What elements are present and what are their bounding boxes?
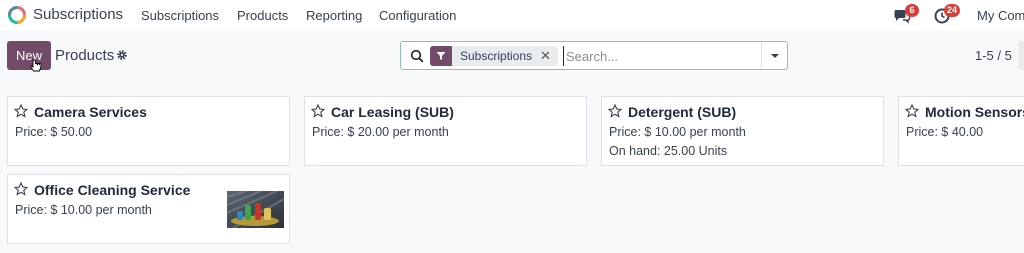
- filter-icon: [430, 46, 452, 66]
- search-input[interactable]: [563, 46, 759, 66]
- star-icon[interactable]: [311, 104, 325, 118]
- search-options-toggle[interactable]: [761, 42, 787, 69]
- product-card[interactable]: Office Cleaning Service Price: $ 10.00 p…: [7, 174, 290, 244]
- product-name: Car Leasing (SUB): [331, 104, 454, 120]
- star-icon[interactable]: [905, 104, 919, 118]
- menu-subscriptions[interactable]: Subscriptions: [141, 8, 219, 23]
- pager-next-button[interactable]: [1018, 41, 1024, 70]
- product-name: Detergent (SUB): [628, 104, 737, 120]
- menu-reporting[interactable]: Reporting: [306, 8, 362, 23]
- product-image: [227, 191, 284, 228]
- star-icon[interactable]: [14, 182, 28, 196]
- product-price: Price: $ 40.00: [906, 125, 984, 139]
- product-name: Office Cleaning Service: [34, 182, 191, 198]
- product-price: Price: $ 10.00 per month: [15, 203, 152, 217]
- odoo-logo-icon[interactable]: [7, 5, 27, 25]
- messages-badge: 6: [905, 4, 919, 17]
- product-card[interactable]: Detergent (SUB) Price: $ 10.00 per month…: [601, 96, 884, 166]
- search-bar: Subscriptions ✕: [400, 41, 788, 70]
- product-price: Price: $ 50.00: [15, 125, 93, 139]
- hand-cursor-icon: [30, 59, 42, 72]
- product-card[interactable]: Car Leasing (SUB) Price: $ 20.00 per mon…: [304, 96, 587, 166]
- breadcrumb-products: Products: [55, 47, 115, 64]
- pager-value[interactable]: 1-5 / 5: [975, 48, 1012, 63]
- company-switcher[interactable]: My Com: [977, 8, 1024, 23]
- star-icon[interactable]: [608, 104, 622, 118]
- product-price: Price: $ 10.00 per month: [609, 125, 746, 139]
- product-on-hand: On hand: 25.00 Units: [609, 144, 728, 158]
- close-icon[interactable]: ✕: [538, 48, 558, 64]
- search-icon[interactable]: [410, 49, 424, 63]
- star-icon[interactable]: [14, 104, 28, 118]
- app-title[interactable]: Subscriptions: [33, 6, 123, 23]
- product-card[interactable]: Motion Sensors Price: $ 40.00: [898, 96, 1024, 166]
- product-name: Camera Services: [34, 104, 147, 120]
- product-price: Price: $ 20.00 per month: [312, 125, 449, 139]
- activities-badge: 24: [944, 4, 961, 17]
- caret-down-icon: [770, 53, 779, 58]
- menu-configuration[interactable]: Configuration: [379, 8, 456, 23]
- product-card[interactable]: Camera Services Price: $ 50.00: [7, 96, 290, 166]
- search-facet: Subscriptions ✕: [430, 46, 558, 66]
- gear-icon[interactable]: [116, 49, 128, 61]
- new-button[interactable]: New: [7, 41, 51, 70]
- menu-products[interactable]: Products: [237, 8, 288, 23]
- facet-label: Subscriptions: [460, 49, 533, 63]
- product-name: Motion Sensors: [925, 104, 1024, 120]
- top-navbar: Subscriptions Subscriptions Products Rep…: [0, 0, 1024, 31]
